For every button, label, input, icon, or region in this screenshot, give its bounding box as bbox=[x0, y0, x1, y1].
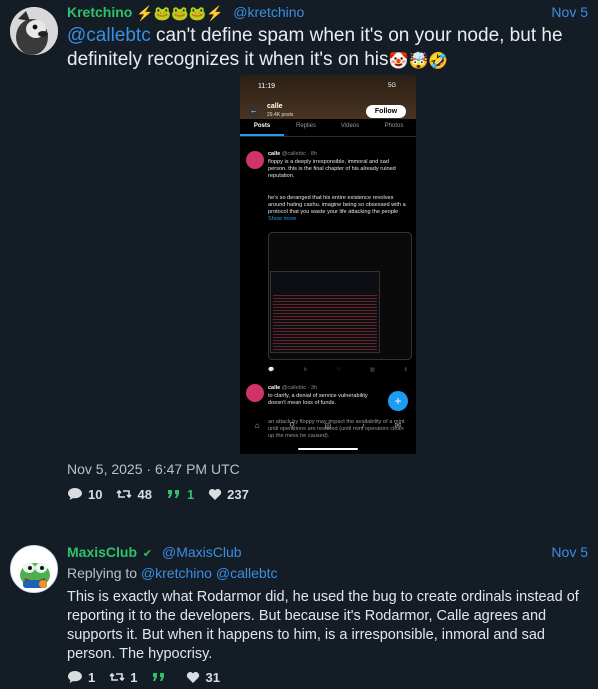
tweet-stats: 1 1 31 bbox=[67, 668, 234, 686]
media-tab: Posts bbox=[240, 123, 284, 136]
media-profile-banner: 11:19 5G ← calle 29.4K posts Follow bbox=[240, 75, 416, 119]
media-author2-name: calle bbox=[268, 385, 281, 391]
replying-to-label: Replying to bbox=[67, 565, 138, 581]
tweet-emojis: 🤡🤯🤣 bbox=[388, 53, 449, 70]
reply-mention-link[interactable]: @kretchino bbox=[141, 565, 212, 581]
media-show-more: Show more bbox=[268, 216, 297, 222]
tweet-text: This is exactly what Rodarmor did, he us… bbox=[67, 589, 579, 662]
media-tab: Photos bbox=[384, 123, 404, 129]
retweet-icon bbox=[116, 489, 133, 499]
media-home-indicator bbox=[298, 448, 358, 450]
tweet-date-link[interactable]: Nov 5 bbox=[551, 544, 588, 560]
avatar-image bbox=[10, 7, 58, 55]
heart-icon bbox=[208, 488, 222, 500]
media-home-icon: ⌂ bbox=[254, 421, 260, 430]
verified-icon: ✔ bbox=[142, 548, 153, 560]
display-name[interactable]: Kretchino bbox=[67, 4, 132, 20]
tweet-content: @callebtc can't define spam when it's on… bbox=[67, 24, 587, 74]
tweet-stats: 10 48 1 237 bbox=[67, 485, 263, 503]
username-link[interactable]: @MaxisClub bbox=[162, 544, 242, 560]
media-bell-icon: ♪ bbox=[360, 421, 365, 430]
media-post-text-2-body: he's so deranged that his entire existen… bbox=[268, 195, 406, 215]
retweet-icon bbox=[109, 672, 125, 682]
media-post-text-2: he's so deranged that his entire existen… bbox=[268, 195, 408, 223]
media-post-author: calle @callebtc · 8h bbox=[268, 151, 317, 157]
media-post2-avatar bbox=[246, 384, 264, 402]
tweet-timestamp[interactable]: Nov 5, 2025 · 6:47 PM UTC bbox=[67, 461, 240, 477]
avatar-image bbox=[11, 546, 57, 592]
media-post-stats: 💬 ↻ ♡ ▥ ↥ bbox=[268, 367, 408, 373]
like-stat[interactable]: 31 bbox=[186, 669, 220, 685]
media-follow-button: Follow bbox=[366, 105, 406, 118]
media-status-time: 11:19 bbox=[258, 83, 275, 90]
mention-link[interactable]: @callebtc bbox=[67, 25, 151, 46]
media-post-text: floppy is a deeply irresponsible, immora… bbox=[268, 159, 396, 179]
retweet-stat[interactable]: 1 bbox=[109, 670, 137, 685]
retweet-count: 48 bbox=[137, 486, 152, 502]
media-author-handle: @callebtc · 8h bbox=[281, 151, 318, 157]
tweet-maxisclub: MaxisClub ✔ @MaxisClub Nov 5 Replying to… bbox=[0, 515, 598, 689]
comment-icon bbox=[68, 488, 82, 500]
media-author-name: calle bbox=[268, 151, 281, 157]
reply-mention-link[interactable]: @callebtc bbox=[216, 565, 278, 581]
attached-image[interactable]: 11:19 5G ← calle 29.4K posts Follow Post… bbox=[240, 75, 416, 454]
like-count: 31 bbox=[205, 669, 220, 685]
reply-stat[interactable]: 1 bbox=[67, 670, 95, 685]
avatar[interactable] bbox=[10, 7, 58, 55]
quote-count: 1 bbox=[186, 486, 195, 502]
tweet-kretchino: Kretchino ⚡🐸🐸🐸⚡ @kretchino Nov 5 @calleb… bbox=[0, 0, 598, 515]
tweet-date-link[interactable]: Nov 5 bbox=[551, 4, 588, 20]
media-post2-text: to clarify, a denial of service vulnerab… bbox=[268, 393, 368, 406]
like-count: 237 bbox=[227, 486, 249, 502]
retweet-stat[interactable]: 48 bbox=[116, 486, 152, 502]
media-post-avatar bbox=[246, 151, 264, 169]
quote-icon bbox=[167, 490, 179, 498]
display-name[interactable]: MaxisClub bbox=[67, 544, 137, 560]
media-back-icon: ← bbox=[248, 105, 260, 117]
media-search-icon: ⚲ bbox=[289, 421, 295, 430]
media-quoted-code bbox=[273, 295, 377, 351]
media-status-signal: 5G bbox=[387, 83, 396, 89]
media-communities-icon: ◎ bbox=[324, 421, 332, 430]
media-post2-author: calle @callebtc · 3h bbox=[268, 385, 317, 391]
username-link[interactable]: @kretchino bbox=[233, 4, 304, 20]
quote-stat[interactable]: 1 bbox=[166, 487, 194, 502]
like-stat[interactable]: 237 bbox=[208, 487, 249, 502]
quote-stat[interactable] bbox=[151, 670, 172, 684]
name-emojis: ⚡🐸🐸🐸⚡ bbox=[136, 5, 224, 21]
media-tab: Replies bbox=[295, 123, 316, 129]
media-tabs: Posts Replies Videos Photos bbox=[240, 123, 416, 137]
replying-to: Replying to @kretchino @callebtc bbox=[67, 565, 278, 581]
tweet-header: Kretchino ⚡🐸🐸🐸⚡ @kretchino Nov 5 bbox=[67, 4, 588, 22]
media-tab: Videos bbox=[340, 123, 360, 129]
media-bottom-nav: ⌂ ⚲ ◎ ♪ ✉ bbox=[240, 421, 416, 437]
media-profile-name: calle bbox=[267, 103, 283, 110]
reply-stat[interactable]: 10 bbox=[67, 487, 102, 502]
quote-icon bbox=[153, 673, 165, 681]
heart-icon bbox=[187, 671, 200, 683]
reply-count: 1 bbox=[88, 669, 96, 685]
media-compose-icon: + bbox=[388, 391, 408, 411]
comment-icon bbox=[68, 671, 82, 683]
media-profile-posts: 29.4K posts bbox=[267, 112, 294, 118]
media-author2-handle: @callebtc · 3h bbox=[281, 385, 318, 391]
reply-count: 10 bbox=[88, 486, 103, 502]
retweet-count: 1 bbox=[130, 669, 138, 685]
tweet-header: MaxisClub ✔ @MaxisClub Nov 5 bbox=[67, 544, 588, 562]
avatar[interactable] bbox=[10, 545, 58, 593]
media-mail-icon: ✉ bbox=[394, 421, 402, 430]
